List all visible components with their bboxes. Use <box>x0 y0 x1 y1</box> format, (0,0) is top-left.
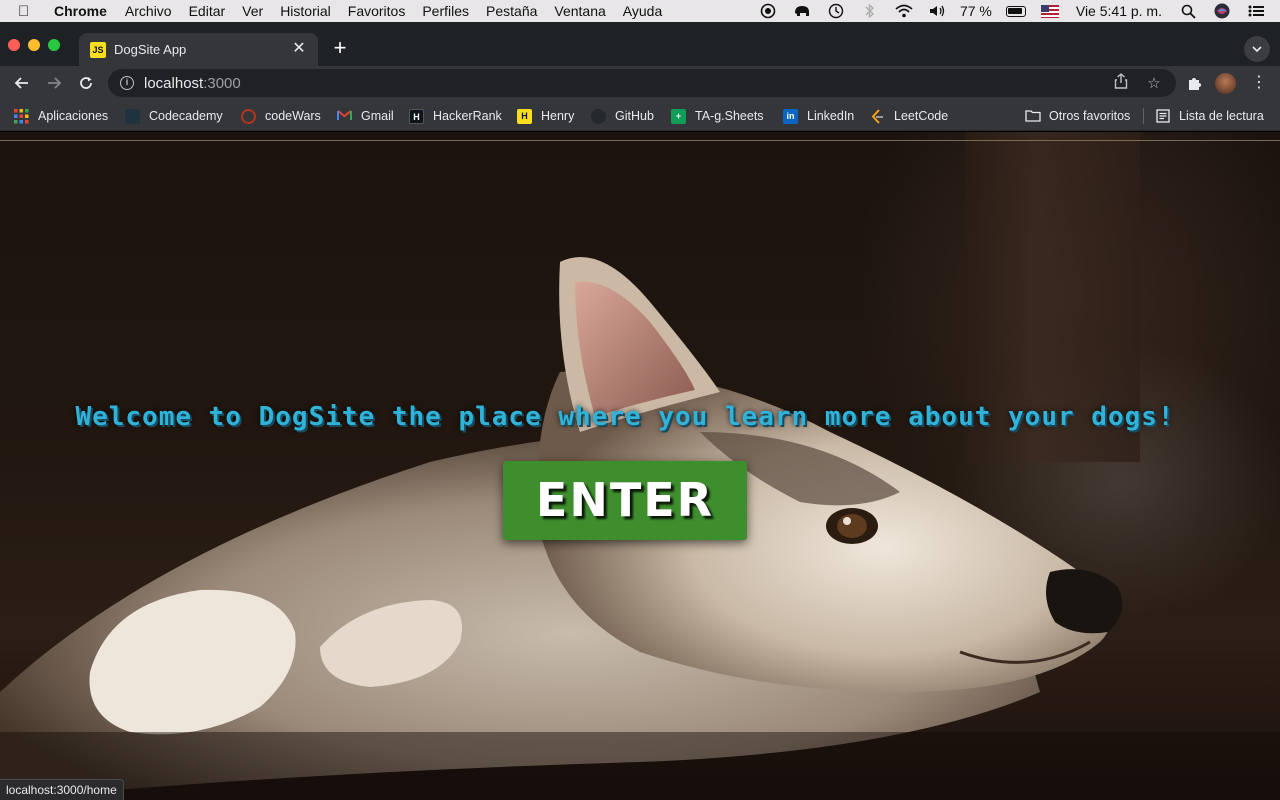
bookmark-gmail-label: Gmail <box>361 109 394 123</box>
codecademy-icon <box>125 108 140 124</box>
reload-button[interactable] <box>73 70 99 96</box>
folder-icon <box>1025 109 1041 124</box>
battery-icon[interactable] <box>1005 3 1026 19</box>
bookmarks-bar: Aplicaciones Codecademy codeWars Gmail H… <box>0 100 1280 131</box>
apps-grid-icon <box>14 108 29 124</box>
back-button[interactable] <box>9 70 35 96</box>
bookmark-leetcode-label: LeetCode <box>894 109 949 123</box>
extensions-icon[interactable] <box>1181 70 1207 96</box>
minimize-window-button[interactable] <box>28 39 40 51</box>
henry-icon: H <box>517 108 532 124</box>
bookmark-gmail[interactable]: Gmail <box>337 107 394 125</box>
menu-perfiles[interactable]: Perfiles <box>422 3 469 19</box>
menu-ayuda[interactable]: Ayuda <box>623 3 662 19</box>
welcome-heading: Welcome to DogSite the place where you l… <box>75 402 1175 432</box>
bookmark-codecademy[interactable]: Codecademy <box>125 107 223 125</box>
menu-ventana[interactable]: Ventana <box>554 3 605 19</box>
bluetooth-icon[interactable] <box>860 3 880 19</box>
record-icon[interactable] <box>758 3 778 19</box>
bookmark-github-label: GitHub <box>615 109 654 123</box>
enter-button[interactable]: ENTER <box>503 461 747 540</box>
menu-bar-clock[interactable]: Vie 5:41 p. m. <box>1076 3 1162 19</box>
link-status-bubble: localhost:3000/home <box>0 779 124 800</box>
window-controls <box>0 39 60 51</box>
tab-search-button[interactable] <box>1244 36 1270 62</box>
tab-favicon-icon: JS <box>90 41 106 58</box>
new-tab-button[interactable]: + <box>328 36 352 60</box>
bookmark-apps-label: Aplicaciones <box>38 109 109 123</box>
google-sheets-icon: + <box>671 108 686 124</box>
input-source-flag-icon[interactable] <box>1040 3 1060 19</box>
browser-toolbar: i localhost :3000 ☆ ⋮ <box>0 66 1280 100</box>
siri-icon[interactable] <box>1212 3 1232 19</box>
bookmark-henry[interactable]: H Henry <box>517 107 574 125</box>
apple-menu-icon[interactable]:  <box>18 3 36 20</box>
menu-bar-status-area: 77 % Vie 5:41 p. m. <box>744 0 1280 22</box>
reading-list-icon <box>1155 108 1170 124</box>
bookmark-linkedin-label: LinkedIn <box>807 109 855 123</box>
github-icon <box>591 108 606 124</box>
menu-historial[interactable]: Historial <box>280 3 331 19</box>
battery-percent: 77 % <box>959 3 992 19</box>
linkedin-icon: in <box>783 108 798 124</box>
chrome-menu-icon[interactable]: ⋮ <box>1246 70 1272 96</box>
hackerrank-icon: H <box>409 108 424 124</box>
control-center-icon[interactable] <box>1246 3 1266 19</box>
menu-archivo[interactable]: Archivo <box>125 3 172 19</box>
reading-list-label: Lista de lectura <box>1179 109 1264 123</box>
bookmark-ta-gsheets-label: TA-g.Sheets <box>695 109 764 123</box>
leetcode-icon <box>870 108 885 124</box>
bookmark-codewars-label: codeWars <box>265 109 321 123</box>
menu-favoritos[interactable]: Favoritos <box>348 3 406 19</box>
menu-editar[interactable]: Editar <box>189 3 226 19</box>
menu-pestana[interactable]: Pestaña <box>486 3 537 19</box>
bookmark-hackerrank-label: HackerRank <box>433 109 502 123</box>
browser-tab-strip: JS DogSite App ✕ + <box>0 22 1280 66</box>
site-info-icon[interactable]: i <box>120 76 134 90</box>
elephant-icon[interactable] <box>792 3 812 19</box>
bookmark-codecademy-label: Codecademy <box>149 109 223 123</box>
gmail-icon <box>337 109 352 124</box>
tab-dogsite-app[interactable]: JS DogSite App ✕ <box>79 33 318 66</box>
share-icon[interactable] <box>1110 73 1132 95</box>
time-machine-icon[interactable] <box>826 3 846 19</box>
zoom-window-button[interactable] <box>48 39 60 51</box>
address-bar[interactable]: i localhost :3000 ☆ <box>108 69 1176 97</box>
spotlight-search-icon[interactable] <box>1178 3 1198 19</box>
bookmark-hackerrank[interactable]: H HackerRank <box>409 107 502 125</box>
reading-list-button[interactable]: Lista de lectura <box>1155 107 1264 125</box>
bookmark-codewars[interactable]: codeWars <box>241 107 321 125</box>
wifi-icon[interactable] <box>894 3 914 19</box>
volume-icon[interactable] <box>928 3 948 19</box>
url-host: localhost <box>144 74 204 92</box>
macos-menu-bar:  Chrome Archivo Editar Ver Historial Fa… <box>0 0 1280 22</box>
bookmark-other-favorites[interactable]: Otros favoritos <box>1025 107 1130 125</box>
menu-app-name[interactable]: Chrome <box>54 3 107 19</box>
profile-avatar[interactable] <box>1215 73 1236 94</box>
menu-ver[interactable]: Ver <box>242 3 263 19</box>
page-viewport: Welcome to DogSite the place where you l… <box>0 132 1280 800</box>
close-tab-icon[interactable]: ✕ <box>290 40 308 58</box>
bookmark-github[interactable]: GitHub <box>591 107 654 125</box>
url-port: :3000 <box>203 74 241 92</box>
bookmark-ta-gsheets[interactable]: + TA-g.Sheets <box>671 107 764 125</box>
tab-title: DogSite App <box>114 42 187 57</box>
bookmark-leetcode[interactable]: LeetCode <box>870 107 948 125</box>
bookmark-other-favorites-label: Otros favoritos <box>1049 109 1131 123</box>
bookmark-star-icon[interactable]: ☆ <box>1143 73 1165 95</box>
bookmarks-divider <box>1143 108 1144 124</box>
bookmark-henry-label: Henry <box>541 109 575 123</box>
codewars-icon <box>241 108 256 124</box>
bookmark-linkedin[interactable]: in LinkedIn <box>783 107 854 125</box>
bookmark-apps[interactable]: Aplicaciones <box>14 107 108 125</box>
forward-button[interactable] <box>41 70 67 96</box>
close-window-button[interactable] <box>8 39 20 51</box>
